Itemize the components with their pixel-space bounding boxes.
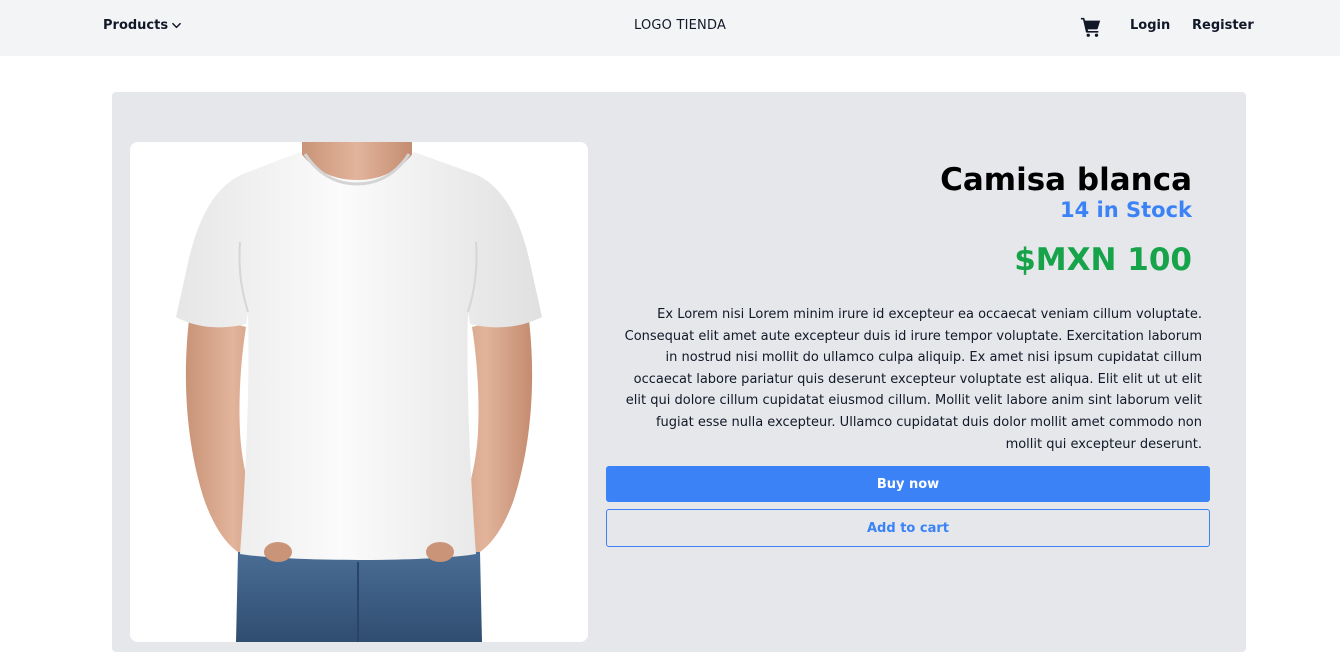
- store-logo[interactable]: LOGO TIENDA: [634, 18, 726, 33]
- stock-status: 14 in Stock: [1060, 198, 1192, 222]
- login-link[interactable]: Login: [1130, 18, 1170, 33]
- chevron-down-icon: [172, 22, 181, 29]
- shopping-cart-icon: [1080, 17, 1101, 37]
- navbar: Products LOGO TIENDA Login Register: [0, 0, 1340, 56]
- product-price: $MXN 100: [1014, 242, 1192, 278]
- tshirt-photo: [130, 142, 588, 642]
- add-to-cart-button[interactable]: Add to cart: [606, 509, 1210, 547]
- product-description: Ex Lorem nisi Lorem minim irure id excep…: [624, 307, 1202, 452]
- product-info: Camisa blanca 14 in Stock $MXN 100 Ex Lo…: [606, 92, 1210, 652]
- products-menu[interactable]: Products: [103, 18, 182, 33]
- cart-button[interactable]: [1080, 16, 1102, 38]
- buy-now-button[interactable]: Buy now: [606, 466, 1210, 502]
- product-image: [130, 142, 588, 642]
- product-card: Camisa blanca 14 in Stock $MXN 100 Ex Lo…: [112, 92, 1246, 652]
- product-title: Camisa blanca: [940, 162, 1192, 198]
- products-menu-label: Products: [103, 18, 169, 33]
- register-link[interactable]: Register: [1192, 18, 1254, 33]
